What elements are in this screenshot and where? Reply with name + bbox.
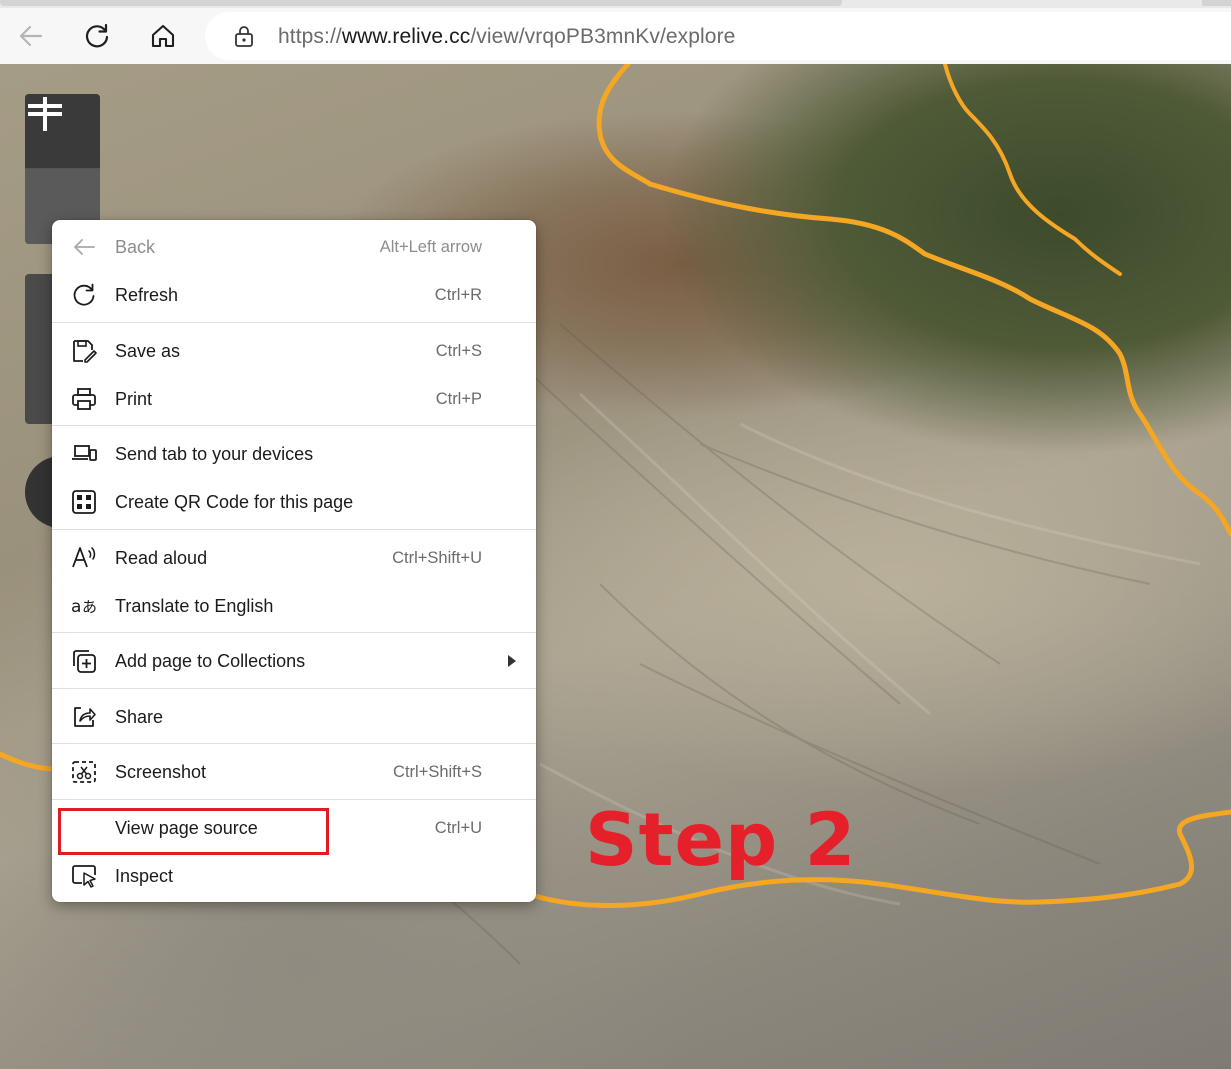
url-text[interactable]: https://www.relive.cc/view/vrqoPB3mnKv/e… [278,25,735,49]
menu-item-shortcut: Ctrl+R [434,286,482,304]
route-line [596,64,1231,537]
refresh-button[interactable] [75,14,119,58]
refresh-icon [85,23,109,48]
inspect-icon [71,863,97,889]
printer-icon [71,386,97,412]
highlight-box [58,808,329,855]
back-arrow-icon [71,234,97,260]
menu-item-label: Print [115,389,153,409]
home-icon [151,24,175,48]
collections-icon [71,648,97,674]
menu-item-label: Add page to Collections [115,651,306,671]
menu-separator [52,322,536,323]
menu-item-refresh[interactable]: Refresh Ctrl+R [52,272,536,318]
menu-item-label: Share [115,707,164,727]
menu-item-label: Read aloud [115,548,208,568]
save-as-icon [71,338,97,364]
qr-code-icon [71,489,97,515]
home-button[interactable] [141,14,185,58]
address-bar[interactable]: https://www.relive.cc/view/vrqoPB3mnKv/e… [205,12,1231,60]
translate-icon: aあ [71,593,97,619]
step-label: Step 2 [585,798,857,883]
menu-item-shortcut: Ctrl+Shift+S [393,763,482,781]
menu-item-save-as[interactable]: Save as Ctrl+S [52,328,536,374]
menu-item-shortcut: Ctrl+S [435,342,482,360]
menu-item-label: Send tab to your devices [115,444,314,464]
back-icon [19,25,43,47]
menu-separator [52,799,536,800]
menu-item-shortcut: Ctrl+P [435,390,482,408]
menu-separator [52,632,536,633]
back-button[interactable] [9,14,53,58]
menu-separator [52,743,536,744]
submenu-arrow-icon [508,655,516,667]
menu-item-inspect[interactable]: Inspect [52,853,536,899]
tab-strip [0,0,1231,8]
menu-item-label: Screenshot [115,762,207,782]
menu-item-label: Inspect [115,866,174,886]
menu-item-shortcut: Ctrl+U [434,819,482,837]
menu-item-label: Refresh [115,285,179,305]
menu-item-read-aloud[interactable]: Read aloud Ctrl+Shift+U [52,535,536,581]
browser-toolbar: https://www.relive.cc/view/vrqoPB3mnKv/e… [0,8,1231,64]
menu-item-label: Translate to English [115,596,274,616]
menu-item-back[interactable]: Back Alt+Left arrow [52,224,536,270]
url-domain: www.relive.cc [341,25,471,48]
lock-icon[interactable] [233,24,255,48]
menu-item-label: Back [115,237,156,257]
svg-text:a: a [71,597,81,617]
menu-item-shortcut: Ctrl+Shift+U [392,549,482,567]
menu-separator [52,688,536,689]
url-prefix: https:// [278,25,342,48]
menu-item-add-to-collections[interactable]: Add page to Collections [52,638,536,684]
share-icon [71,704,97,730]
menu-item-label: Create QR Code for this page [115,492,354,512]
menu-item-share[interactable]: Share [52,694,536,740]
url-path: /view/vrqoPB3mnKv/explore [470,25,736,48]
zoom-out-icon [28,104,62,108]
screenshot-icon [71,759,97,785]
active-tab-edge[interactable] [0,0,842,6]
menu-item-shortcut: Alt+Left arrow [379,238,482,256]
menu-item-translate[interactable]: aあ Translate to English [52,583,536,629]
tab-edge[interactable] [1202,0,1231,6]
menu-item-print[interactable]: Print Ctrl+P [52,376,536,422]
refresh-icon [71,282,97,308]
menu-item-send-tab[interactable]: Send tab to your devices [52,431,536,477]
menu-item-qr-code[interactable]: Create QR Code for this page [52,479,536,525]
menu-item-label: Save as [115,341,181,361]
menu-separator [52,529,536,530]
devices-icon [71,441,97,467]
menu-item-screenshot[interactable]: Screenshot Ctrl+Shift+S [52,749,536,795]
svg-text:あ: あ [82,598,97,616]
context-menu: Back Alt+Left arrow Refresh Ctrl+R Save … [52,220,536,902]
read-aloud-icon [71,545,97,571]
menu-separator [52,425,536,426]
